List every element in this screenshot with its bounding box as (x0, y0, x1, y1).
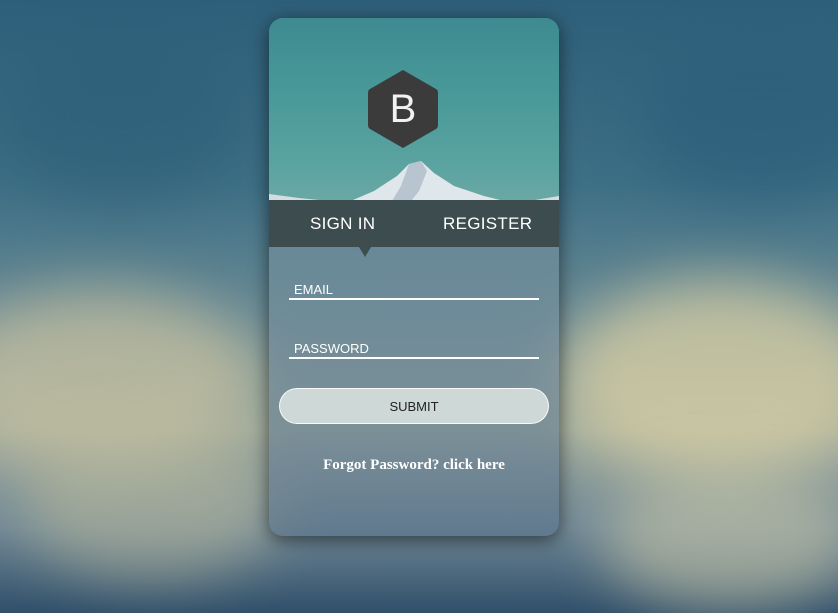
snowy-peak-graphic (269, 161, 559, 200)
password-input[interactable] (289, 333, 539, 357)
logo-letter: B (389, 87, 417, 131)
email-input[interactable] (289, 274, 539, 298)
forgot-password: Forgot Password? click here (269, 457, 559, 474)
submit-button[interactable]: SUBMIT (279, 388, 549, 424)
mountain-hero-image: B (269, 18, 559, 200)
forgot-password-link[interactable]: click here (443, 457, 505, 473)
email-field (289, 274, 539, 300)
password-field (289, 333, 539, 359)
tab-register[interactable]: REGISTER (443, 200, 532, 247)
login-card: B SIGN IN REGISTER SUBMIT Forgot Passwor… (269, 18, 559, 536)
tab-bar: SIGN IN REGISTER (269, 200, 559, 247)
active-tab-pointer (359, 247, 371, 257)
tab-sign-in[interactable]: SIGN IN (310, 200, 375, 247)
forgot-password-text: Forgot Password? (323, 457, 440, 473)
